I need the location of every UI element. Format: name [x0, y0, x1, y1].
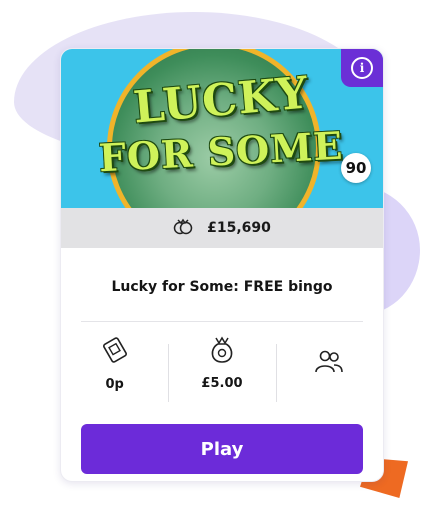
game-title: Lucky for Some: FREE bingo — [111, 279, 333, 295]
game-stats: 0p £5.00 — [61, 322, 383, 404]
jackpot-bar: £15,690 — [61, 208, 383, 248]
players-icon — [313, 347, 345, 379]
play-button[interactable]: Play — [81, 424, 363, 474]
ticket-price-value: 0p — [105, 376, 124, 392]
info-button[interactable]: i — [341, 49, 383, 87]
game-banner[interactable]: LUCKY FOR SOME 90 i — [61, 49, 383, 208]
bingo-type-badge: 90 — [341, 153, 371, 183]
game-card[interactable]: LUCKY FOR SOME 90 i £15,690 Lucky for So… — [60, 48, 384, 482]
info-icon: i — [351, 57, 373, 79]
prize-stat: £5.00 — [168, 322, 275, 404]
jackpot-amount: £15,690 — [207, 220, 271, 236]
money-bag-icon — [206, 336, 238, 368]
ticket-price-stat: 0p — [61, 322, 168, 404]
players-stat — [275, 322, 383, 404]
ticket-icon — [100, 335, 130, 369]
money-bag-icon — [173, 217, 193, 239]
prize-value: £5.00 — [201, 375, 243, 391]
